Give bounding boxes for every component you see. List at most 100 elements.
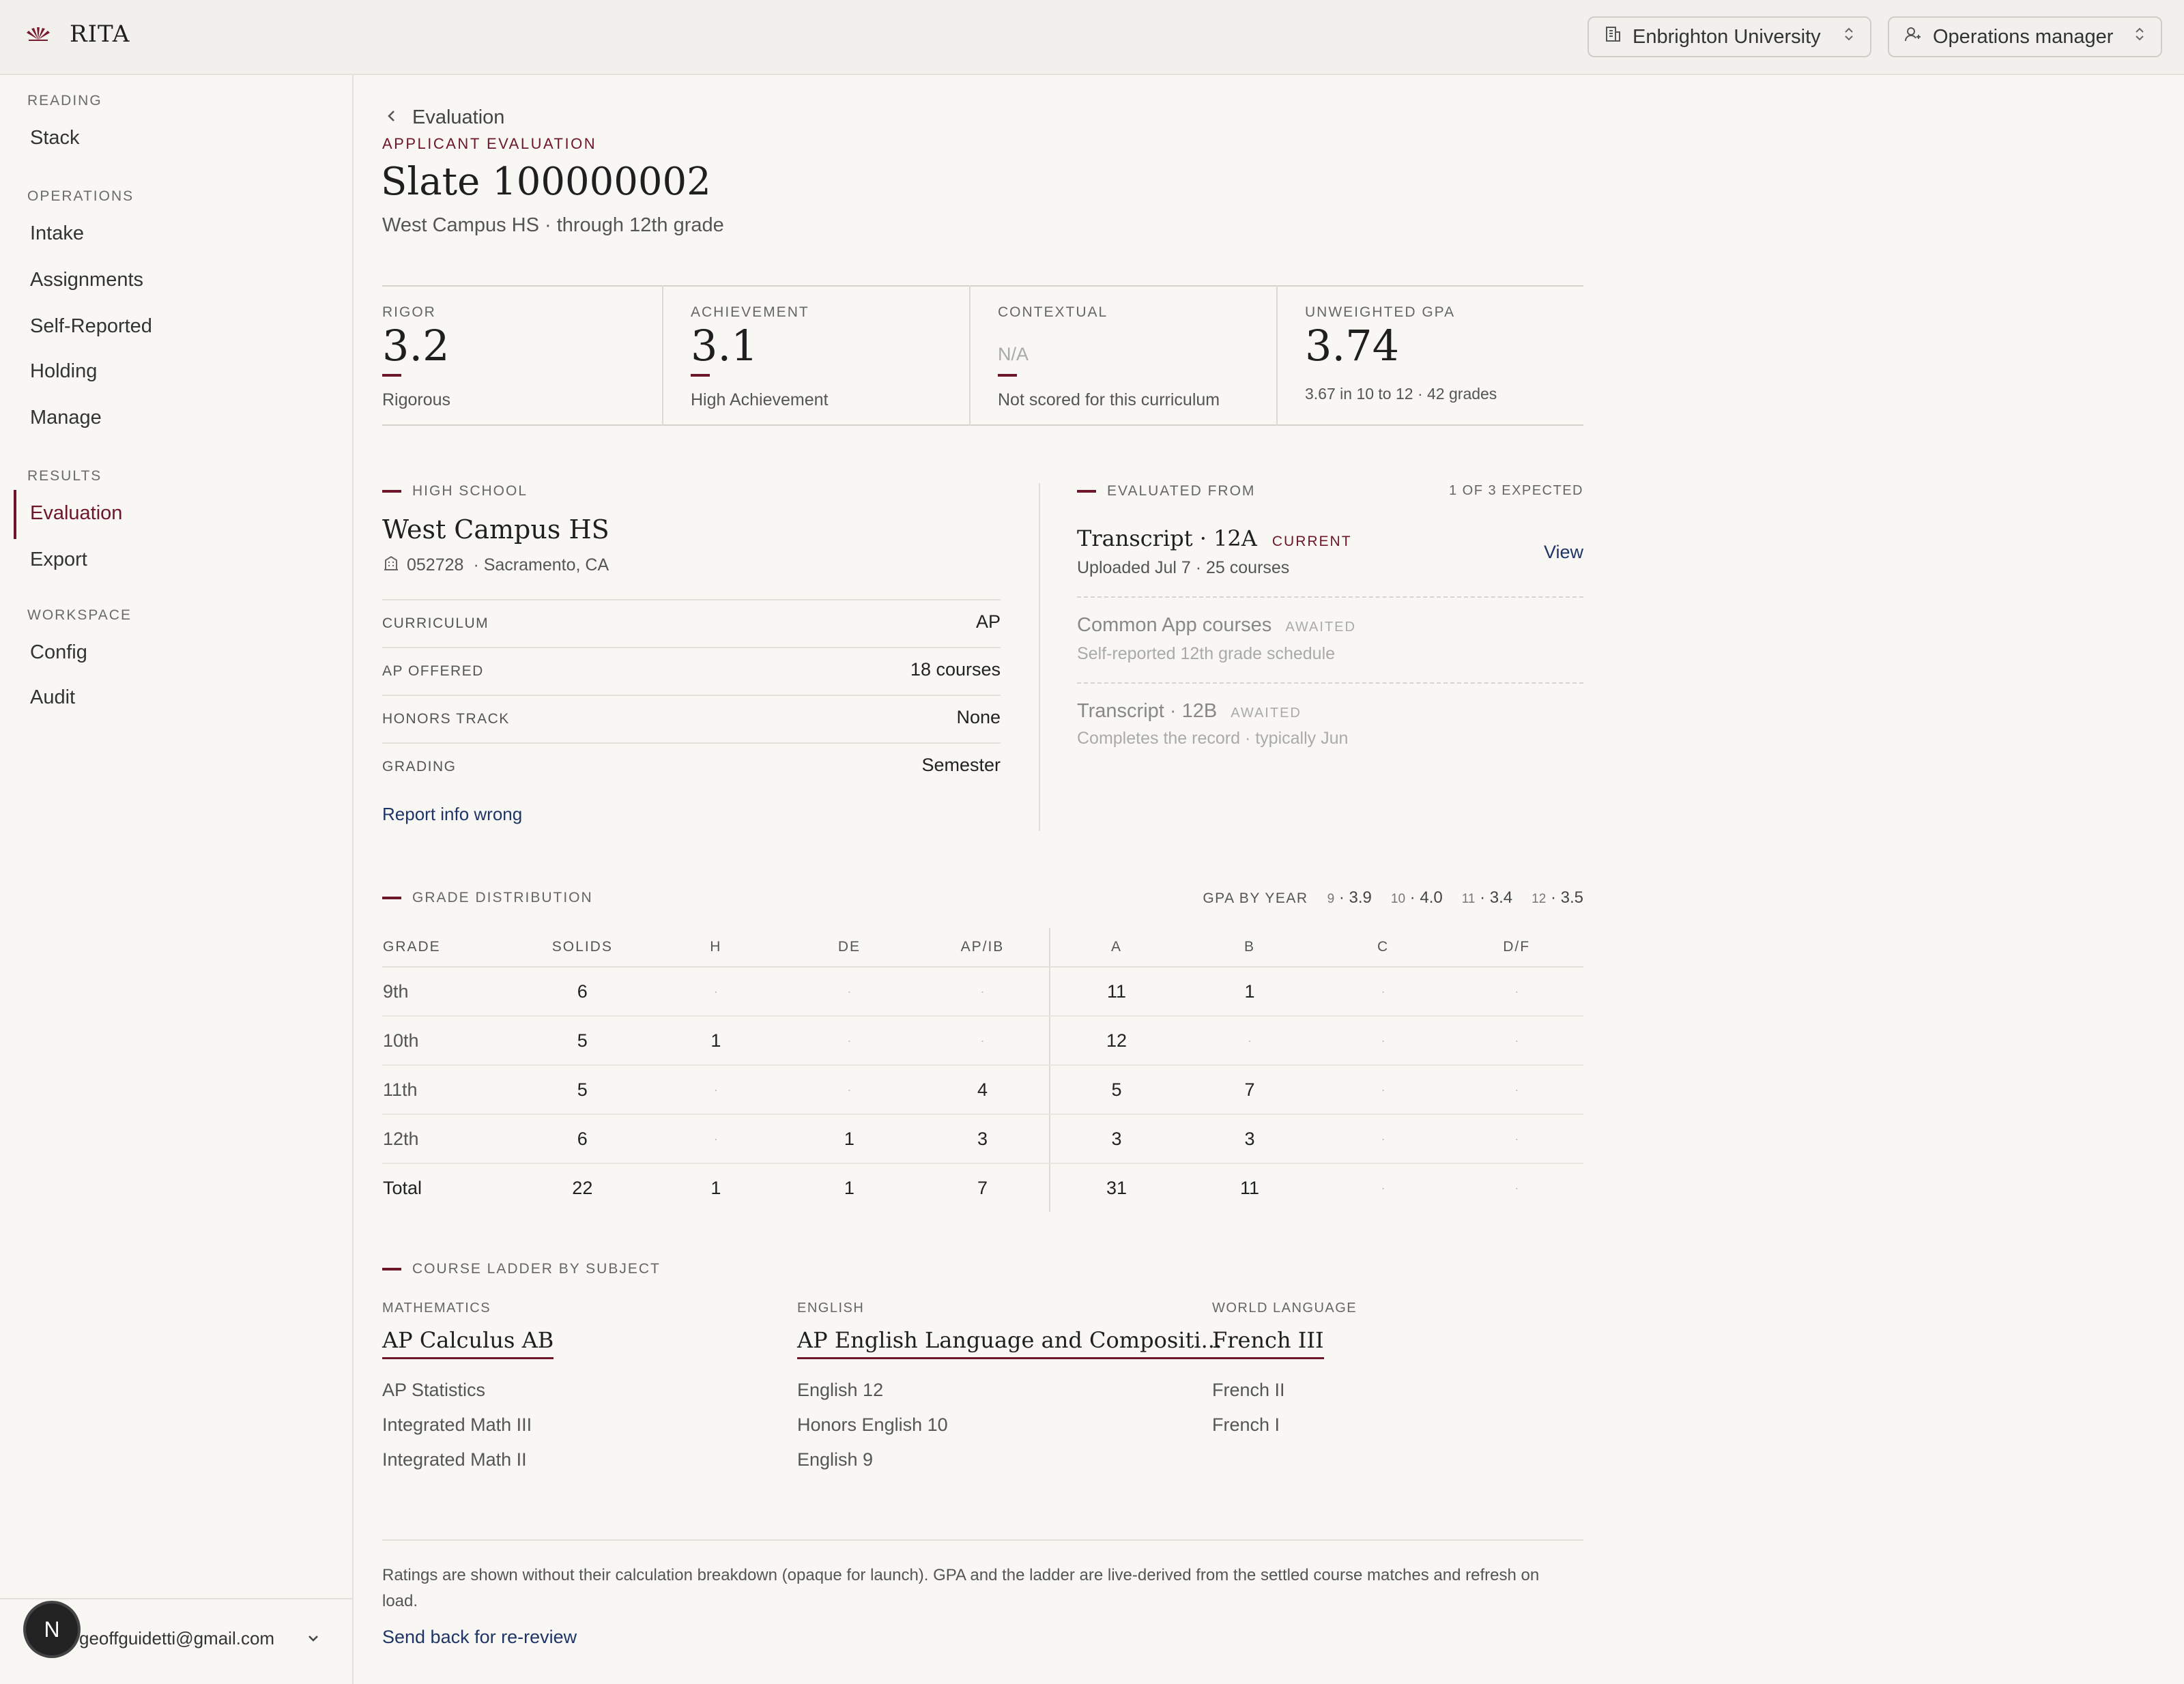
table-cell: 6 — [515, 967, 650, 1017]
table-cell: · — [782, 1016, 917, 1066]
metric-value: N/A — [998, 344, 1029, 364]
dashed-divider — [1077, 596, 1583, 598]
column-header: AP/IB — [916, 928, 1050, 968]
sidebar-item-holding[interactable]: Holding — [30, 360, 97, 383]
sidebar-item-evaluation[interactable]: Evaluation — [30, 502, 122, 525]
school-building-icon — [382, 554, 400, 577]
table-cell: 11 — [1183, 1163, 1317, 1212]
source-transcript-12b: Transcript · 12B AWAITED — [1077, 700, 1302, 723]
gpa-value: 3.4 — [1489, 888, 1513, 907]
chevron-up-down-icon — [2133, 25, 2146, 48]
table-cell: 1 — [782, 1163, 917, 1212]
curriculum-key: CURRICULUM — [382, 615, 489, 631]
evaluated-from-heading-label: EVALUATED FROM — [1107, 483, 1256, 499]
table-cell: 6 — [515, 1114, 650, 1164]
gpa-year-item: 11 · 3.4 — [1461, 888, 1513, 907]
user-icon — [1904, 25, 1922, 48]
table-cell: · — [1316, 1065, 1450, 1115]
send-back-button[interactable]: Send back for re-review — [382, 1627, 577, 1648]
subject-name: ENGLISH — [797, 1301, 865, 1316]
brand[interactable]: RITA — [25, 20, 130, 48]
sidebar-item-config[interactable]: Config — [30, 641, 87, 664]
table-cell: · — [1450, 1016, 1583, 1066]
table-cell: · — [1450, 1065, 1583, 1115]
institution-label: Enbrighton University — [1633, 25, 1821, 48]
main-content: Evaluation APPLICANT EVALUATION Slate 10… — [355, 75, 2184, 1684]
ap-offered-key: AP OFFERED — [382, 663, 484, 679]
gpa-year-item: 10 · 4.0 — [1390, 888, 1443, 907]
ladder-item: French I — [1212, 1414, 1280, 1435]
view-transcript-link[interactable]: View — [1544, 542, 1583, 563]
sidebar-item-intake[interactable]: Intake — [30, 222, 84, 245]
avatar[interactable]: N — [26, 1603, 78, 1655]
honors-track-key: HONORS TRACK — [382, 711, 510, 727]
table-cell: · — [1316, 967, 1450, 1017]
grade-distribution-table: GRADE SOLIDS H DE AP/IB A B C D/F 9th 6 … — [382, 928, 1583, 1212]
curriculum-value: AP — [975, 611, 1001, 632]
column-header: DE — [782, 928, 917, 968]
metric-unweighted-gpa: UNWEIGHTED GPA 3.74 3.67 in 10 to 12 · 4… — [1276, 285, 1583, 426]
grading-key: GRADING — [382, 759, 457, 774]
metric-value: 3.1 — [691, 321, 758, 371]
divider — [382, 647, 1001, 648]
table-cell: 7 — [916, 1163, 1050, 1212]
app-name: RITA — [70, 20, 130, 48]
table-cell: 22 — [515, 1163, 650, 1212]
gpa-year-item: 9 · 3.9 — [1327, 888, 1372, 907]
status-badge: CURRENT — [1271, 534, 1352, 549]
ladder-item: English 9 — [797, 1449, 874, 1470]
ladder-item: English 12 — [797, 1380, 884, 1400]
nav-section-operations: OPERATIONS — [27, 188, 134, 204]
sidebar-item-export[interactable]: Export — [30, 549, 87, 571]
table-row: 10th 5 1 · · 12 · · · — [382, 1016, 1583, 1066]
chevron-down-icon[interactable] — [306, 1631, 321, 1649]
chevron-left-icon — [386, 108, 397, 128]
table-cell: · — [649, 1114, 783, 1164]
user-email[interactable]: geoffguidetti@gmail.com — [79, 1628, 274, 1649]
gpa-by-year-label: GPA BY YEAR — [1203, 890, 1308, 906]
column-header: A — [1048, 928, 1183, 968]
course-ladder-heading-label: COURSE LADDER BY SUBJECT — [412, 1261, 661, 1277]
school-meta: 052728 · Sacramento, CA — [382, 554, 609, 577]
column-header: D/F — [1450, 928, 1583, 968]
page-eyebrow: APPLICANT EVALUATION — [382, 135, 597, 152]
divider — [382, 599, 1001, 600]
subject-name: WORLD LANGUAGE — [1212, 1301, 1357, 1316]
gpa-year: 12 — [1532, 892, 1547, 906]
sidebar-item-self-reported[interactable]: Self-Reported — [30, 315, 152, 338]
table-cell: 11 — [1048, 967, 1183, 1017]
table-cell: · — [649, 1065, 783, 1115]
report-info-wrong-link[interactable]: Report info wrong — [382, 804, 522, 825]
honors-track-value: None — [956, 707, 1001, 727]
dashed-divider — [1077, 682, 1583, 684]
course-ladder-heading: COURSE LADDER BY SUBJECT — [382, 1261, 661, 1277]
metric-label: CONTEXTUAL — [998, 304, 1108, 320]
page-title: Slate 100000002 — [381, 160, 711, 204]
column-divider — [1039, 483, 1040, 831]
table-cell: · — [1450, 1163, 1583, 1212]
sidebar: READING Stack OPERATIONS Intake Assignme… — [0, 75, 354, 1684]
school-code: 052728 — [407, 555, 464, 575]
role-picker[interactable]: Operations manager — [1888, 16, 2162, 57]
source-detail: Self-reported 12th grade schedule — [1077, 644, 1336, 663]
gpa-year: 11 — [1461, 892, 1476, 906]
gpa-value: 3.5 — [1560, 888, 1583, 907]
table-cell: · — [1183, 1016, 1317, 1066]
breadcrumb[interactable]: Evaluation — [386, 106, 504, 129]
table-cell: · — [782, 1065, 917, 1115]
sidebar-item-assignments[interactable]: Assignments — [30, 269, 143, 291]
table-cell: · — [1316, 1016, 1450, 1066]
status-badge: AWAITED — [1231, 706, 1302, 721]
table-row: 12th 6 · 1 3 3 3 · · — [382, 1114, 1583, 1164]
sidebar-item-manage[interactable]: Manage — [30, 407, 102, 429]
institution-picker[interactable]: Enbrighton University — [1587, 16, 1871, 57]
breadcrumb-label: Evaluation — [412, 106, 505, 128]
gpa-year: 9 — [1327, 892, 1335, 906]
metric-caption: 3.67 in 10 to 12 · 42 grades — [1305, 385, 1497, 403]
sidebar-item-stack[interactable]: Stack — [30, 127, 80, 149]
metric-achievement: ACHIEVEMENT 3.1 High Achievement — [662, 285, 969, 426]
metric-label: UNWEIGHTED GPA — [1305, 304, 1456, 320]
sidebar-item-audit[interactable]: Audit — [30, 686, 75, 709]
source-title: Transcript · 12A — [1077, 525, 1257, 551]
table-cell: 3 — [1048, 1114, 1183, 1164]
